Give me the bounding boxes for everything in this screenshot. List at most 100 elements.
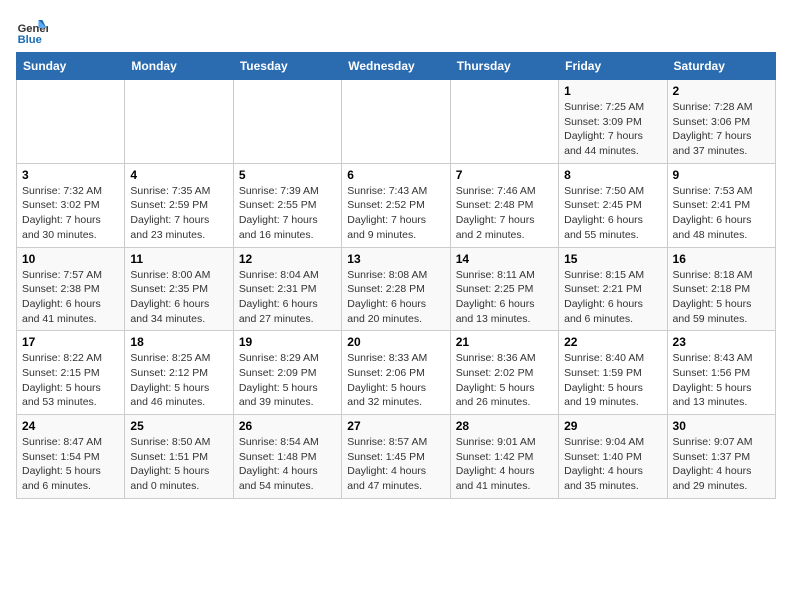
day-info: Sunrise: 8:57 AM Sunset: 1:45 PM Dayligh… <box>347 435 444 494</box>
day-cell: 19 Sunrise: 8:29 AM Sunset: 2:09 PM Dayli… <box>233 331 341 415</box>
day-cell: 17 Sunrise: 8:22 AM Sunset: 2:15 PM Dayli… <box>17 331 125 415</box>
day-number: 17 <box>22 335 119 349</box>
day-number: 22 <box>564 335 661 349</box>
day-info: Sunrise: 9:01 AM Sunset: 1:42 PM Dayligh… <box>456 435 553 494</box>
day-number: 30 <box>673 419 770 433</box>
day-info: Sunrise: 8:54 AM Sunset: 1:48 PM Dayligh… <box>239 435 336 494</box>
day-number: 24 <box>22 419 119 433</box>
day-info: Sunrise: 7:50 AM Sunset: 2:45 PM Dayligh… <box>564 184 661 243</box>
day-cell: 24 Sunrise: 8:47 AM Sunset: 1:54 PM Dayli… <box>17 415 125 499</box>
day-number: 10 <box>22 252 119 266</box>
day-info: Sunrise: 9:04 AM Sunset: 1:40 PM Dayligh… <box>564 435 661 494</box>
day-number: 27 <box>347 419 444 433</box>
weekday-header-wednesday: Wednesday <box>342 53 450 80</box>
day-number: 25 <box>130 419 227 433</box>
day-number: 7 <box>456 168 553 182</box>
week-row-3: 17 Sunrise: 8:22 AM Sunset: 2:15 PM Dayli… <box>17 331 776 415</box>
day-number: 29 <box>564 419 661 433</box>
day-number: 20 <box>347 335 444 349</box>
day-number: 13 <box>347 252 444 266</box>
day-cell <box>450 80 558 164</box>
week-row-1: 3 Sunrise: 7:32 AM Sunset: 3:02 PM Daylig… <box>17 163 776 247</box>
weekday-header-thursday: Thursday <box>450 53 558 80</box>
day-info: Sunrise: 8:22 AM Sunset: 2:15 PM Dayligh… <box>22 351 119 410</box>
day-cell: 20Sunrise: 8:33 AM Sunset: 2:06 PM Dayli… <box>342 331 450 415</box>
day-info: Sunrise: 8:43 AM Sunset: 1:56 PM Dayligh… <box>673 351 770 410</box>
logo: General Blue <box>16 16 52 48</box>
day-number: 3 <box>22 168 119 182</box>
day-cell: 25 Sunrise: 8:50 AM Sunset: 1:51 PM Dayli… <box>125 415 233 499</box>
day-cell <box>233 80 341 164</box>
weekday-header-sunday: Sunday <box>17 53 125 80</box>
day-number: 5 <box>239 168 336 182</box>
day-number: 21 <box>456 335 553 349</box>
day-cell: 1 Sunrise: 7:25 AM Sunset: 3:09 PM Daylig… <box>559 80 667 164</box>
day-cell: 13 Sunrise: 8:08 AM Sunset: 2:28 PM Dayli… <box>342 247 450 331</box>
day-info: Sunrise: 7:35 AM Sunset: 2:59 PM Dayligh… <box>130 184 227 243</box>
day-cell: 7 Sunrise: 7:46 AM Sunset: 2:48 PM Daylig… <box>450 163 558 247</box>
day-cell: 4 Sunrise: 7:35 AM Sunset: 2:59 PM Daylig… <box>125 163 233 247</box>
day-number: 18 <box>130 335 227 349</box>
week-row-0: 1 Sunrise: 7:25 AM Sunset: 3:09 PM Daylig… <box>17 80 776 164</box>
day-cell: 29 Sunrise: 9:04 AM Sunset: 1:40 PM Dayli… <box>559 415 667 499</box>
day-info: Sunrise: 8:40 AM Sunset: 1:59 PM Dayligh… <box>564 351 661 410</box>
day-number: 11 <box>130 252 227 266</box>
week-row-4: 24 Sunrise: 8:47 AM Sunset: 1:54 PM Dayli… <box>17 415 776 499</box>
day-number: 4 <box>130 168 227 182</box>
day-cell: 21 Sunrise: 8:36 AM Sunset: 2:02 PM Dayli… <box>450 331 558 415</box>
day-cell: 5 Sunrise: 7:39 AM Sunset: 2:55 PM Daylig… <box>233 163 341 247</box>
day-number: 1 <box>564 84 661 98</box>
day-cell: 30Sunrise: 9:07 AM Sunset: 1:37 PM Dayli… <box>667 415 775 499</box>
day-info: Sunrise: 7:46 AM Sunset: 2:48 PM Dayligh… <box>456 184 553 243</box>
day-info: Sunrise: 7:25 AM Sunset: 3:09 PM Dayligh… <box>564 100 661 159</box>
day-cell: 11 Sunrise: 8:00 AM Sunset: 2:35 PM Dayli… <box>125 247 233 331</box>
logo-icon: General Blue <box>16 16 48 48</box>
day-cell: 2Sunrise: 7:28 AM Sunset: 3:06 PM Daylig… <box>667 80 775 164</box>
day-cell: 27 Sunrise: 8:57 AM Sunset: 1:45 PM Dayli… <box>342 415 450 499</box>
day-info: Sunrise: 8:47 AM Sunset: 1:54 PM Dayligh… <box>22 435 119 494</box>
day-number: 8 <box>564 168 661 182</box>
day-number: 6 <box>347 168 444 182</box>
day-info: Sunrise: 7:43 AM Sunset: 2:52 PM Dayligh… <box>347 184 444 243</box>
day-number: 26 <box>239 419 336 433</box>
day-number: 9 <box>673 168 770 182</box>
day-cell: 28 Sunrise: 9:01 AM Sunset: 1:42 PM Dayli… <box>450 415 558 499</box>
day-number: 23 <box>673 335 770 349</box>
day-info: Sunrise: 7:39 AM Sunset: 2:55 PM Dayligh… <box>239 184 336 243</box>
day-number: 19 <box>239 335 336 349</box>
day-info: Sunrise: 8:11 AM Sunset: 2:25 PM Dayligh… <box>456 268 553 327</box>
day-cell <box>342 80 450 164</box>
day-cell <box>17 80 125 164</box>
day-cell: 9 Sunrise: 7:53 AM Sunset: 2:41 PM Daylig… <box>667 163 775 247</box>
day-number: 12 <box>239 252 336 266</box>
day-info: Sunrise: 8:04 AM Sunset: 2:31 PM Dayligh… <box>239 268 336 327</box>
day-cell: 10 Sunrise: 7:57 AM Sunset: 2:38 PM Dayli… <box>17 247 125 331</box>
day-cell: 6 Sunrise: 7:43 AM Sunset: 2:52 PM Daylig… <box>342 163 450 247</box>
day-cell: 16 Sunrise: 8:18 AM Sunset: 2:18 PM Dayli… <box>667 247 775 331</box>
day-info: Sunrise: 8:00 AM Sunset: 2:35 PM Dayligh… <box>130 268 227 327</box>
day-number: 14 <box>456 252 553 266</box>
day-info: Sunrise: 8:08 AM Sunset: 2:28 PM Dayligh… <box>347 268 444 327</box>
weekday-header-tuesday: Tuesday <box>233 53 341 80</box>
weekday-header-monday: Monday <box>125 53 233 80</box>
day-number: 16 <box>673 252 770 266</box>
day-info: Sunrise: 7:57 AM Sunset: 2:38 PM Dayligh… <box>22 268 119 327</box>
calendar-header-row: SundayMondayTuesdayWednesdayThursdayFrid… <box>17 53 776 80</box>
calendar-table: SundayMondayTuesdayWednesdayThursdayFrid… <box>16 52 776 499</box>
day-info: Sunrise: 8:29 AM Sunset: 2:09 PM Dayligh… <box>239 351 336 410</box>
day-number: 28 <box>456 419 553 433</box>
day-info: Sunrise: 8:36 AM Sunset: 2:02 PM Dayligh… <box>456 351 553 410</box>
calendar-body: 1 Sunrise: 7:25 AM Sunset: 3:09 PM Daylig… <box>17 80 776 499</box>
day-info: Sunrise: 8:18 AM Sunset: 2:18 PM Dayligh… <box>673 268 770 327</box>
header: General Blue <box>16 16 776 48</box>
day-info: Sunrise: 7:53 AM Sunset: 2:41 PM Dayligh… <box>673 184 770 243</box>
day-info: Sunrise: 8:25 AM Sunset: 2:12 PM Dayligh… <box>130 351 227 410</box>
day-info: Sunrise: 8:50 AM Sunset: 1:51 PM Dayligh… <box>130 435 227 494</box>
day-info: Sunrise: 8:15 AM Sunset: 2:21 PM Dayligh… <box>564 268 661 327</box>
day-cell: 14 Sunrise: 8:11 AM Sunset: 2:25 PM Dayli… <box>450 247 558 331</box>
day-number: 15 <box>564 252 661 266</box>
day-info: Sunrise: 7:32 AM Sunset: 3:02 PM Dayligh… <box>22 184 119 243</box>
day-cell: 22 Sunrise: 8:40 AM Sunset: 1:59 PM Dayli… <box>559 331 667 415</box>
week-row-2: 10 Sunrise: 7:57 AM Sunset: 2:38 PM Dayli… <box>17 247 776 331</box>
svg-text:Blue: Blue <box>18 34 42 46</box>
